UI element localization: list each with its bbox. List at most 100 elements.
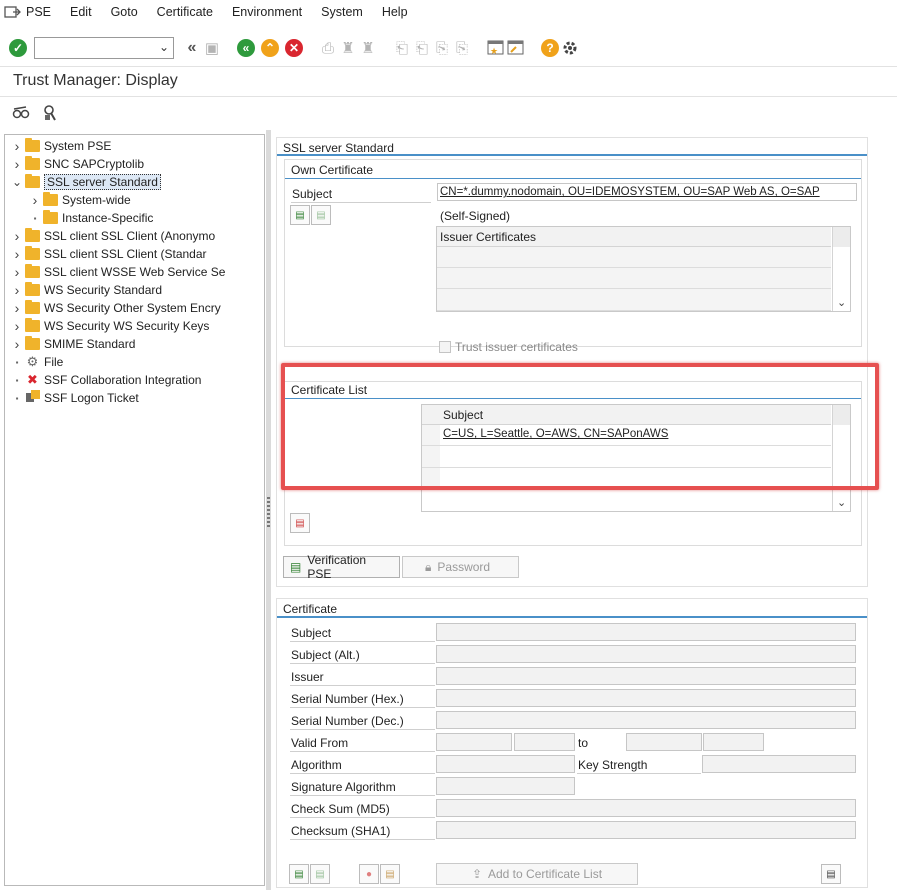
key-search-icon[interactable] <box>41 103 61 123</box>
tree-node[interactable]: ⌄ SSL server Standard <box>5 173 264 191</box>
toolbar-divider <box>0 66 897 67</box>
cert-key-strength-field[interactable] <box>702 755 856 773</box>
export-icon[interactable]: ▤ <box>310 864 330 884</box>
double-chevron-left-icon[interactable]: « <box>182 38 202 58</box>
menu-certificate[interactable]: Certificate <box>157 5 213 19</box>
chevron-right-icon[interactable]: › <box>11 228 23 244</box>
menu-window-icon[interactable] <box>4 5 22 19</box>
chevron-right-icon[interactable]: › <box>11 318 23 334</box>
chevron-right-icon[interactable]: › <box>11 300 23 316</box>
find-icon[interactable]: ♜ <box>338 38 358 58</box>
certificate-details-icon[interactable]: ▤ <box>821 864 841 884</box>
chevron-right-icon[interactable]: › <box>11 336 23 352</box>
tree-node[interactable]: › SNC SAPCryptolib <box>5 155 264 173</box>
cert-checksum-sha1-field[interactable] <box>436 821 856 839</box>
splitter-grip[interactable] <box>267 497 270 527</box>
chevron-down-icon[interactable]: ⌄ <box>837 496 846 509</box>
folder-icon <box>25 228 40 242</box>
cert-valid-from-date-field[interactable] <box>436 733 512 751</box>
cancel-icon[interactable]: ✕ <box>284 38 304 58</box>
table-row[interactable] <box>437 268 831 289</box>
help-icon[interactable]: ? <box>540 38 560 58</box>
tree-node[interactable]: ▪ ⚙ File <box>5 353 264 371</box>
chevron-down-icon[interactable]: ⌄ <box>11 175 23 189</box>
certificate-panel-title-line <box>277 616 867 618</box>
import-icon[interactable]: ▤ <box>289 864 309 884</box>
trust-issuer-checkbox[interactable] <box>439 341 451 353</box>
tree-node[interactable]: › WS Security Other System Encry <box>5 299 264 317</box>
enter-icon[interactable]: ✓ <box>8 38 28 58</box>
chevron-down-icon[interactable]: ⌄ <box>837 296 846 309</box>
svg-text:★: ★ <box>490 46 498 56</box>
find-next-icon[interactable]: ♜ <box>358 38 378 58</box>
chevron-right-icon[interactable]: › <box>11 138 23 154</box>
save-icon[interactable]: ▣ <box>202 38 222 58</box>
chevron-right-icon[interactable]: › <box>11 156 23 172</box>
table-row[interactable] <box>437 247 831 268</box>
cert-to-label: to <box>578 736 589 750</box>
cert-issuer-field[interactable] <box>436 667 856 685</box>
create-session-icon[interactable]: ★ <box>486 38 506 58</box>
table-row[interactable] <box>437 289 831 311</box>
own-subject-field[interactable]: CN=*.dummy.nodomain, OU=IDEMOSYSTEM, OU=… <box>437 183 857 201</box>
display-change-icon[interactable] <box>11 103 31 123</box>
delete-icon[interactable]: ● <box>359 864 379 884</box>
cert-serial-dec-field[interactable] <box>436 711 856 729</box>
cert-subject-label: Subject <box>291 626 332 640</box>
cert-subject-field[interactable] <box>436 623 856 641</box>
cert-subject-alt-field[interactable] <box>436 645 856 663</box>
chevron-right-icon[interactable]: › <box>11 246 23 262</box>
exit-icon[interactable]: ⌃ <box>260 38 280 58</box>
menu-pse[interactable]: PSE <box>26 5 51 19</box>
add-to-certificate-list-button[interactable]: ⇪ Add to Certificate List <box>436 863 638 885</box>
menu-system[interactable]: System <box>321 5 363 19</box>
tree-node[interactable]: ▪ Instance-Specific <box>5 209 264 227</box>
verification-pse-button[interactable]: ▤ Verification PSE <box>283 553 400 581</box>
cert-signature-algorithm-field[interactable] <box>436 777 575 795</box>
tree-node[interactable]: ▪ SSF Logon Ticket <box>5 389 264 407</box>
menu-goto[interactable]: Goto <box>111 5 138 19</box>
tree-node[interactable]: › SSL client SSL Client (Standar <box>5 245 264 263</box>
cert-valid-to-date-field[interactable] <box>626 733 702 751</box>
menu-edit[interactable]: Edit <box>70 5 92 19</box>
tree-node[interactable]: › WS Security WS Security Keys <box>5 317 264 335</box>
cert-serial-hex-field[interactable] <box>436 689 856 707</box>
cert-key-strength-label: Key Strength <box>578 758 648 772</box>
copy-icon[interactable]: ▤ <box>380 864 400 884</box>
chevron-right-icon[interactable]: › <box>11 282 23 298</box>
chevron-right-icon[interactable]: › <box>29 192 41 208</box>
shortcut-icon[interactable] <box>506 38 526 58</box>
tree-node[interactable]: › SSL client WSSE Web Service Se <box>5 263 264 281</box>
last-page-icon[interactable]: ⎘ <box>452 38 472 58</box>
command-field[interactable]: ⌄ <box>34 37 174 59</box>
tree-node[interactable]: › SSL client SSL Client (Anonymo <box>5 227 264 245</box>
export-certificate-icon[interactable]: ▤ <box>311 205 331 225</box>
cert-algorithm-field[interactable] <box>436 755 575 773</box>
scroll-thumb[interactable] <box>833 227 850 247</box>
delete-certificate-icon[interactable]: ▤ <box>290 513 310 533</box>
import-certificate-icon[interactable]: ▤ <box>290 205 310 225</box>
tree-node[interactable]: › System PSE <box>5 137 264 155</box>
chevron-down-icon[interactable]: ⌄ <box>159 40 169 54</box>
cert-valid-from-time-field[interactable] <box>514 733 575 751</box>
tree-node[interactable]: › System-wide <box>5 191 264 209</box>
tree-node-label: SSF Collaboration Integration <box>44 373 202 387</box>
tree-node[interactable]: › SMIME Standard <box>5 335 264 353</box>
first-page-icon[interactable]: ⎗ <box>392 38 412 58</box>
splitter[interactable] <box>266 130 271 890</box>
back-icon[interactable]: « <box>236 38 256 58</box>
issuer-table-scrollbar[interactable]: ⌄ <box>832 227 850 311</box>
tree-node-label: SSF Logon Ticket <box>44 391 139 405</box>
tree-node[interactable]: ▪ ✖ SSF Collaboration Integration <box>5 371 264 389</box>
chevron-right-icon[interactable]: › <box>11 264 23 280</box>
cert-checksum-md5-field[interactable] <box>436 799 856 817</box>
password-button[interactable]: 🔒︎ Password <box>402 556 519 578</box>
menu-help[interactable]: Help <box>382 5 408 19</box>
print-icon[interactable]: ⎙ <box>318 38 338 58</box>
cert-valid-to-time-field[interactable] <box>703 733 764 751</box>
menu-environment[interactable]: Environment <box>232 5 302 19</box>
settings-icon[interactable] <box>560 38 580 58</box>
previous-page-icon[interactable]: ⎗ <box>412 38 432 58</box>
next-page-icon[interactable]: ⎘ <box>432 38 452 58</box>
tree-node[interactable]: › WS Security Standard <box>5 281 264 299</box>
